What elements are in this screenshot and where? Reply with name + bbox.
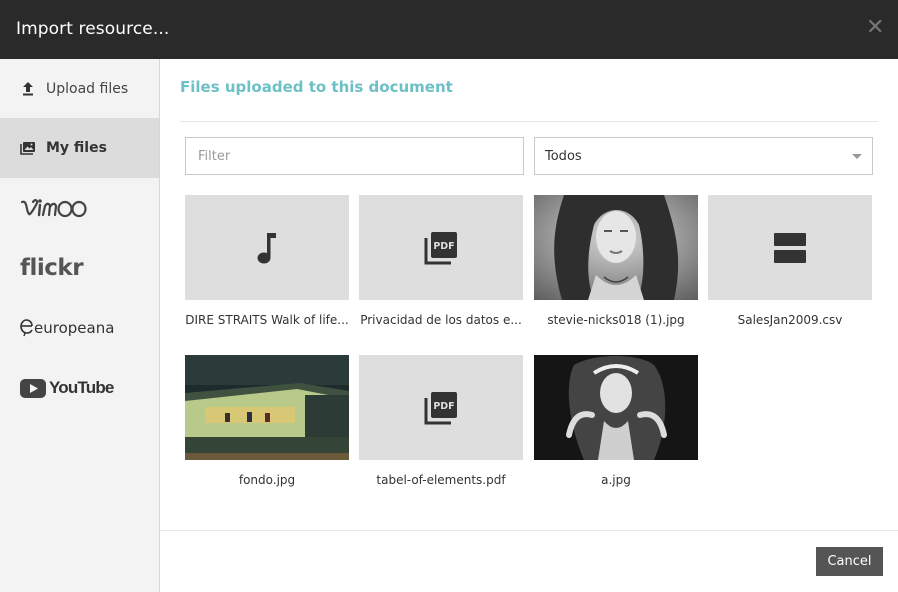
vimeo-logo (20, 199, 87, 218)
file-thumbnail: PDF (359, 355, 523, 460)
section-title: Files uploaded to this document (180, 78, 453, 96)
youtube-label: YouTube (49, 378, 114, 397)
sidebar-item-youtube[interactable]: YouTube (0, 358, 159, 418)
file-tile[interactable]: a.jpg (534, 355, 698, 490)
file-name: a.jpg (601, 473, 631, 487)
file-name: stevie-nicks018 (1).jpg (547, 313, 685, 327)
svg-text:PDF: PDF (433, 241, 454, 252)
image-thumbnail (185, 355, 349, 460)
images-icon (20, 142, 35, 155)
music-note-icon (257, 232, 276, 263)
photo-nighthawks (185, 355, 349, 460)
type-select-value: Todos (545, 148, 582, 164)
main-panel: Files uploaded to this document Todos DI… (160, 59, 898, 592)
file-name: tabel-of-elements.pdf (376, 473, 506, 487)
youtube-play-icon (20, 378, 46, 398)
pdf-icon: PDF (424, 231, 457, 264)
file-tile[interactable]: stevie-nicks018 (1).jpg (534, 195, 698, 330)
filter-input[interactable] (185, 137, 524, 175)
photo-portrait-bw (534, 355, 698, 460)
file-tile[interactable]: PDF Privacidad de los datos e... (359, 195, 523, 330)
file-tile[interactable]: SalesJan2009.csv (708, 195, 872, 330)
sidebar-item-upload-files[interactable]: Upload files (0, 59, 159, 119)
file-grid: DIRE STRAITS Walk of life... PDF Privaci… (185, 195, 875, 495)
sidebar-item-flickr[interactable]: flickr (0, 238, 159, 298)
file-thumbnail (185, 195, 349, 300)
cancel-button[interactable]: Cancel (816, 547, 883, 576)
pdf-icon: PDF (424, 391, 457, 424)
close-icon[interactable]: ✕ (866, 16, 884, 40)
file-name: SalesJan2009.csv (737, 313, 843, 327)
file-name: Privacidad de los datos e... (360, 313, 522, 327)
sidebar-item-my-files[interactable]: My files (0, 118, 159, 178)
divider (160, 530, 898, 531)
sidebar-item-vimeo[interactable] (0, 178, 159, 238)
europeana-logo: europeana (20, 319, 114, 337)
dialog-header: Import resource... ✕ (0, 0, 898, 59)
file-tile[interactable]: fondo.jpg (185, 355, 349, 490)
file-name: fondo.jpg (238, 473, 296, 487)
file-name: DIRE STRAITS Walk of life... (185, 313, 349, 327)
flickr-logo: flickr (20, 255, 84, 281)
chevron-down-icon (852, 154, 862, 159)
dialog-title: Import resource... (16, 19, 170, 39)
sidebar-item-europeana[interactable]: europeana (0, 298, 159, 358)
sidebar: Upload files My files flickr europeana Y… (0, 59, 160, 592)
image-thumbnail (534, 195, 698, 300)
sidebar-item-label: My files (46, 140, 107, 156)
file-tile[interactable]: DIRE STRAITS Walk of life... (185, 195, 349, 330)
divider (180, 121, 878, 122)
photo-portrait (534, 195, 698, 300)
svg-text:PDF: PDF (433, 401, 454, 412)
table-rows-icon (774, 232, 806, 263)
europeana-e-icon (20, 319, 33, 337)
file-tile[interactable]: PDF tabel-of-elements.pdf (359, 355, 523, 490)
youtube-logo: YouTube (20, 378, 114, 398)
sidebar-item-label: Upload files (46, 81, 129, 97)
upload-icon (23, 82, 33, 96)
type-select[interactable]: Todos (534, 137, 873, 175)
image-thumbnail (534, 355, 698, 460)
europeana-label: europeana (34, 319, 115, 337)
file-thumbnail: PDF (359, 195, 523, 300)
file-thumbnail (708, 195, 872, 300)
